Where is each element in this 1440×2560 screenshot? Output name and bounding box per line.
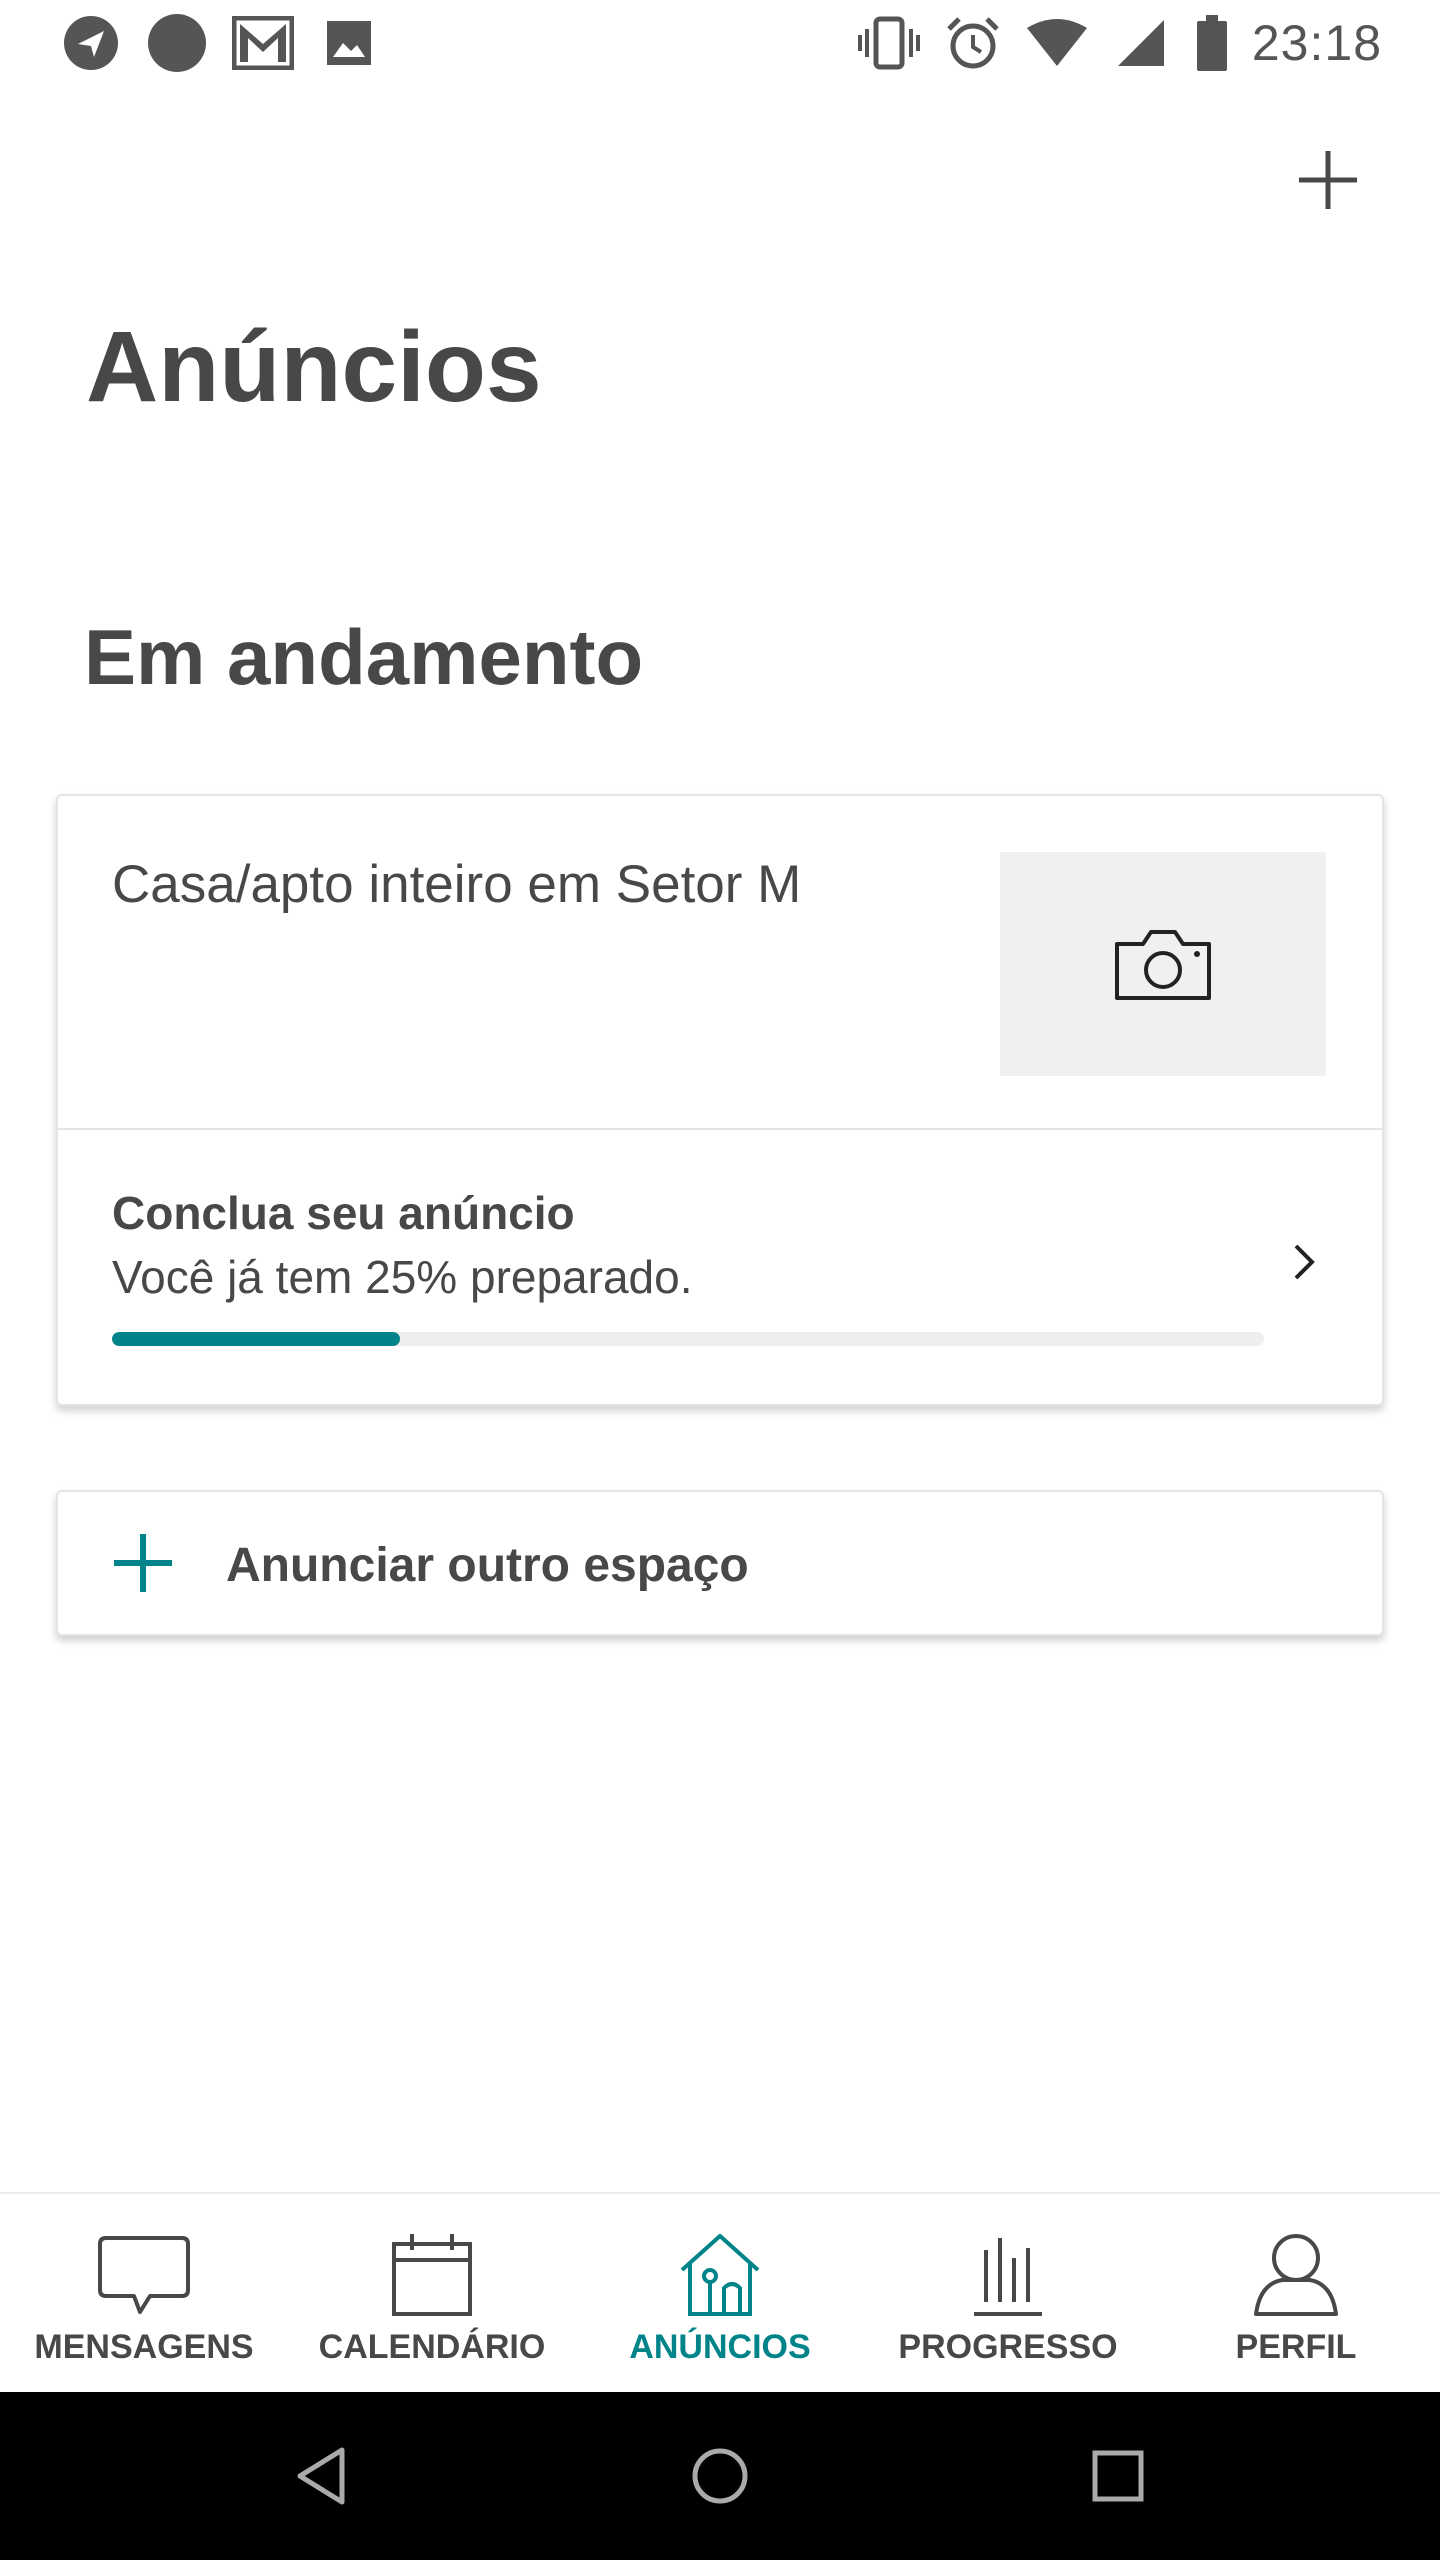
calendar-icon: [392, 2234, 472, 2316]
nav-item-messages[interactable]: MENSAGENS: [0, 2194, 288, 2394]
nav-label-profile: PERFIL: [1235, 2328, 1357, 2366]
add-another-space-label: Anunciar outro espaço: [226, 1539, 749, 1592]
listing-title: Casa/apto inteiro em Setor M: [112, 855, 802, 914]
add-another-space-button[interactable]: Anunciar outro espaço: [56, 1490, 1384, 1636]
listing-photo-placeholder[interactable]: [1000, 852, 1326, 1076]
back-icon[interactable]: [282, 2436, 362, 2516]
image-icon: [318, 12, 380, 74]
signal-icon: [1110, 12, 1172, 74]
bottom-nav: MENSAGENS CALENDÁRIO ANÚNCIOS PROGRESSO …: [0, 2192, 1440, 2392]
add-listing-top-button[interactable]: [1288, 140, 1368, 220]
finish-listing-title: Conclua seu anúncio: [112, 1187, 575, 1239]
alarm-icon: [942, 12, 1004, 74]
gmail-icon: [232, 12, 294, 74]
nav-label-messages: MENSAGENS: [34, 2328, 254, 2366]
status-time: 23:18: [1251, 15, 1382, 71]
circle-notification-icon: [146, 12, 208, 74]
listing-progress-fill: [112, 1332, 400, 1346]
nav-label-progress: PROGRESSO: [898, 2328, 1118, 2366]
chevron-right-icon: [1294, 1244, 1315, 1280]
camera-icon: [1115, 930, 1211, 1000]
wifi-icon: [1026, 12, 1088, 74]
nav-label-calendar: CALENDÁRIO: [318, 2328, 546, 2366]
recents-icon[interactable]: [1078, 2436, 1158, 2516]
system-nav-bar: [0, 2392, 1440, 2560]
plus-icon: [1299, 151, 1357, 209]
nav-item-progress[interactable]: PROGRESSO: [864, 2194, 1152, 2394]
listing-card[interactable]: Casa/apto inteiro em Setor M Conclua seu…: [56, 794, 1384, 1406]
screen: 23:18 Anúncios Em andamento Casa/apto in…: [0, 0, 1440, 2560]
status-bar: 23:18: [0, 0, 1440, 84]
nav-item-listings[interactable]: ANÚNCIOS: [576, 2194, 864, 2394]
home-icon: [680, 2234, 760, 2316]
vibrate-icon: [857, 12, 920, 74]
finish-listing-subtitle: Você já tem 25% preparado.: [112, 1251, 693, 1303]
listing-card-header[interactable]: Casa/apto inteiro em Setor M: [58, 796, 1382, 1130]
plus-icon: [114, 1534, 172, 1592]
status-left-icons: [60, 12, 380, 74]
progress-bars-icon: [974, 2238, 1042, 2316]
nav-item-calendar[interactable]: CALENDÁRIO: [288, 2194, 576, 2394]
nav-label-listings: ANÚNCIOS: [629, 2328, 811, 2366]
navigation-icon: [60, 12, 122, 74]
finish-listing-row[interactable]: Conclua seu anúncio Você já tem 25% prep…: [58, 1130, 1382, 1406]
nav-item-profile[interactable]: PERFIL: [1152, 2194, 1440, 2394]
profile-icon: [1254, 2234, 1338, 2316]
home-circle-icon[interactable]: [680, 2436, 760, 2516]
message-icon: [98, 2236, 190, 2314]
page-title: Anúncios: [86, 311, 542, 423]
battery-icon: [1194, 12, 1230, 74]
section-title: Em andamento: [84, 613, 644, 701]
listing-progress-bar: [112, 1332, 1264, 1346]
status-right-icons: 23:18: [857, 12, 1382, 74]
